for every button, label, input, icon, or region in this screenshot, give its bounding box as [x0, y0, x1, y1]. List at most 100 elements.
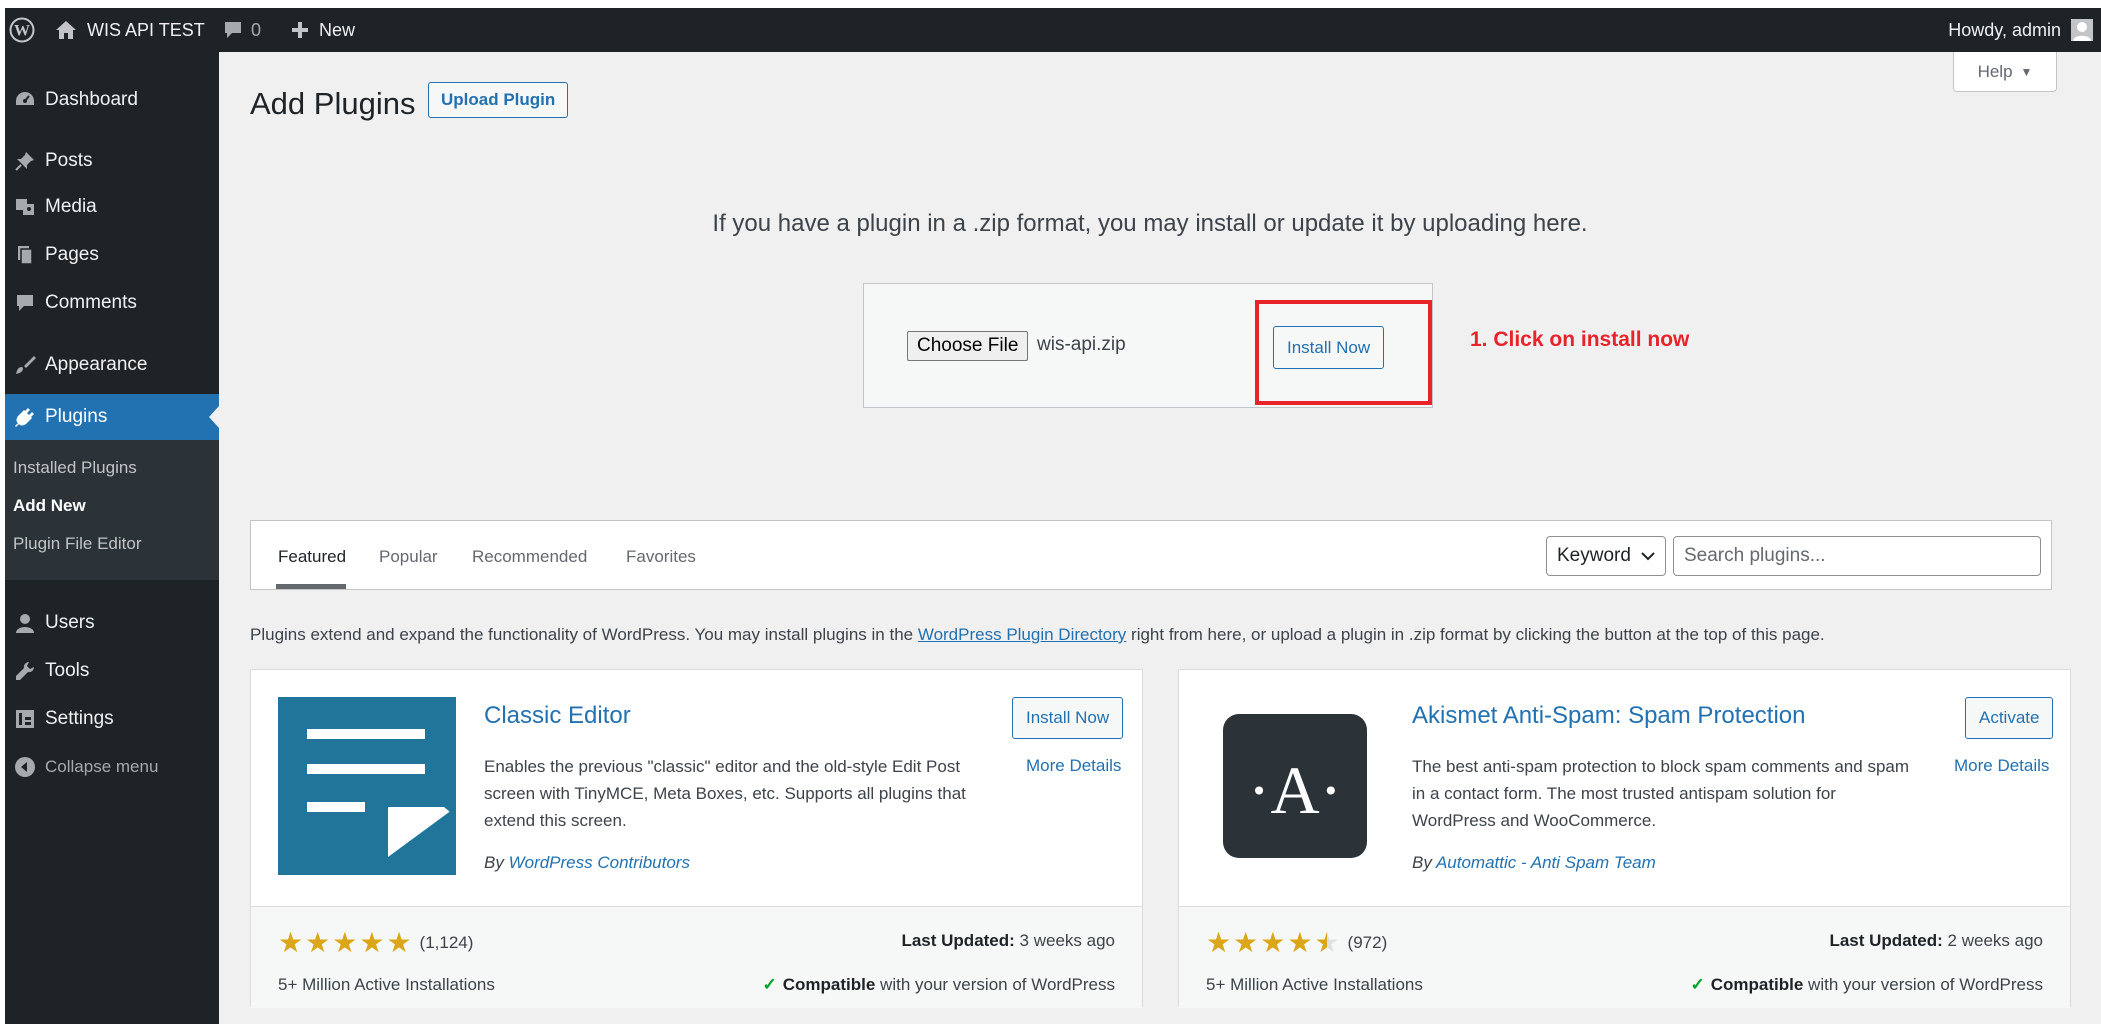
- sidebar-item-label: Plugins: [45, 406, 108, 427]
- wrench-icon: [5, 660, 45, 682]
- sidebar-item-tools[interactable]: Tools: [5, 648, 219, 694]
- admin-bar: W WIS API TEST 0 New Howdy, admin: [5, 8, 2101, 52]
- pushpin-icon: [5, 150, 45, 172]
- last-updated: Last Updated: 3 weeks ago: [901, 931, 1115, 950]
- sidebar-item-settings[interactable]: Settings: [5, 696, 219, 742]
- plug-icon: [5, 406, 45, 428]
- rating-count[interactable]: (1,124): [420, 933, 474, 953]
- plugin-name-link[interactable]: Classic Editor: [484, 702, 631, 730]
- rating-count[interactable]: (972): [1348, 933, 1388, 953]
- plugin-author-link[interactable]: WordPress Contributors: [509, 853, 690, 872]
- star-filled-icon: ★: [1287, 927, 1313, 958]
- more-details-link[interactable]: More Details: [1026, 756, 1121, 776]
- help-label: Help: [1977, 61, 2013, 81]
- upload-description: If you have a plugin in a .zip format, y…: [712, 210, 1588, 237]
- plugin-description: The best anti-spam protection to block s…: [1412, 757, 1910, 830]
- admin-sidebar: Dashboard Posts Media Pages Comments App…: [5, 52, 219, 1024]
- home-icon: [56, 21, 76, 39]
- star-filled-icon: ★: [1206, 927, 1232, 958]
- user-icon: [5, 612, 45, 634]
- akismet-icon[interactable]: ·A·: [1206, 697, 1384, 875]
- classic-editor-icon[interactable]: [278, 697, 456, 875]
- search-plugins-input[interactable]: Search plugins...: [1673, 536, 2041, 576]
- plugin-filter-bar: Featured Popular Recommended Favorites K…: [250, 520, 2052, 590]
- plugins-submenu: Installed Plugins Add New Plugin File Ed…: [5, 440, 219, 580]
- avatar: [2071, 19, 2093, 41]
- submenu-item-installed-plugins[interactable]: Installed Plugins: [13, 458, 137, 478]
- star-rating: ★ ★ ★ ★ ★ (972): [1206, 929, 1387, 957]
- dashboard-icon: [5, 89, 45, 111]
- page-title: Add Plugins: [250, 86, 416, 121]
- star-half-icon: ★: [1314, 927, 1340, 958]
- upload-plugin-button[interactable]: Upload Plugin: [428, 82, 569, 118]
- sidebar-item-label: Comments: [45, 292, 137, 313]
- current-menu-arrow: [209, 406, 219, 428]
- sidebar-item-pages[interactable]: Pages: [5, 232, 219, 278]
- svg-text:·A·: ·A·: [1248, 752, 1342, 828]
- star-filled-icon: ★: [386, 927, 412, 958]
- checkmark-icon: ✓: [1690, 975, 1705, 994]
- active-installs: 5+ Million Active Installations: [278, 975, 495, 994]
- sidebar-item-posts[interactable]: Posts: [5, 138, 219, 184]
- plugin-directory-link[interactable]: WordPress Plugin Directory: [918, 625, 1126, 644]
- plugins-intro-text: Plugins extend and expand the functional…: [250, 625, 1825, 644]
- plugin-author-link[interactable]: Automattic - Anti Spam Team: [1436, 853, 1656, 872]
- collapse-menu-label: Collapse menu: [45, 757, 159, 776]
- sidebar-item-users[interactable]: Users: [5, 600, 219, 646]
- star-filled-icon: ★: [278, 927, 304, 958]
- annotation-highlight-box: [1255, 300, 1432, 405]
- star-filled-icon: ★: [1233, 927, 1259, 958]
- search-type-value: Keyword: [1557, 545, 1631, 566]
- site-name: WIS API TEST: [87, 19, 205, 40]
- annotation-text: 1. Click on install now: [1470, 328, 1690, 351]
- install-now-button[interactable]: Install Now: [1012, 697, 1124, 739]
- submenu-item-add-new[interactable]: Add New: [13, 496, 86, 516]
- new-content-link[interactable]: New: [291, 8, 355, 52]
- compatibility-status: ✓ Compatible with your version of WordPre…: [762, 975, 1115, 994]
- more-details-link[interactable]: More Details: [1954, 756, 2049, 776]
- comments-link[interactable]: 0: [223, 8, 261, 52]
- sidebar-item-label: Settings: [45, 708, 114, 729]
- comment-icon: [5, 292, 45, 314]
- wordpress-logo-button[interactable]: W: [9, 8, 35, 52]
- plugin-author: By WordPress Contributors: [484, 853, 690, 872]
- sidebar-item-label: Dashboard: [45, 89, 138, 110]
- sidebar-item-label: Users: [45, 612, 95, 633]
- tab-popular[interactable]: Popular: [379, 547, 438, 567]
- plugin-card-akismet: ·A· Akismet Anti-Spam: Spam Protection T…: [1178, 669, 2071, 1008]
- howdy-text: Howdy, admin: [1948, 19, 2061, 40]
- activate-button[interactable]: Activate: [1965, 697, 2054, 739]
- sidebar-item-comments[interactable]: Comments: [5, 280, 219, 326]
- avatar-icon: [2073, 22, 2091, 41]
- sidebar-item-label: Appearance: [45, 354, 148, 375]
- account-menu[interactable]: Howdy, admin: [1948, 8, 2093, 52]
- search-type-select[interactable]: Keyword: [1546, 536, 1666, 576]
- sidebar-item-dashboard[interactable]: Dashboard: [5, 77, 219, 123]
- collapse-menu-button[interactable]: Collapse menu: [5, 744, 219, 790]
- checkmark-icon: ✓: [762, 975, 777, 994]
- wp-admin-screen: W WIS API TEST 0 New Howdy, admin Dashbo…: [5, 8, 2101, 1024]
- sidebar-item-label: Tools: [45, 660, 90, 681]
- selected-file-name: wis-api.zip: [1037, 334, 1126, 355]
- help-tab-button[interactable]: Help ▼: [1953, 52, 2057, 92]
- submenu-item-plugin-file-editor[interactable]: Plugin File Editor: [13, 534, 142, 554]
- active-tab-indicator: [276, 584, 346, 589]
- sidebar-item-appearance[interactable]: Appearance: [5, 342, 219, 388]
- comment-count: 0: [251, 19, 262, 40]
- compatibility-status: ✓ Compatible with your version of WordPre…: [1690, 975, 2043, 994]
- plugin-name-link[interactable]: Akismet Anti-Spam: Spam Protection: [1412, 702, 1806, 730]
- brush-icon: [5, 354, 45, 376]
- pages-icon: [5, 244, 45, 266]
- settings-icon: [5, 708, 45, 730]
- plugin-description: Enables the previous "classic" editor an…: [484, 757, 966, 830]
- tab-recommended[interactable]: Recommended: [472, 547, 587, 567]
- choose-file-button[interactable]: Choose File: [907, 331, 1029, 361]
- comment-icon: [225, 22, 241, 38]
- sidebar-item-plugins[interactable]: Plugins: [5, 394, 219, 440]
- sidebar-item-label: Pages: [45, 244, 99, 265]
- site-name-link[interactable]: WIS API TEST: [55, 8, 205, 52]
- star-filled-icon: ★: [305, 927, 331, 958]
- tab-featured[interactable]: Featured: [278, 547, 346, 567]
- tab-favorites[interactable]: Favorites: [626, 547, 696, 567]
- star-filled-icon: ★: [359, 927, 385, 958]
